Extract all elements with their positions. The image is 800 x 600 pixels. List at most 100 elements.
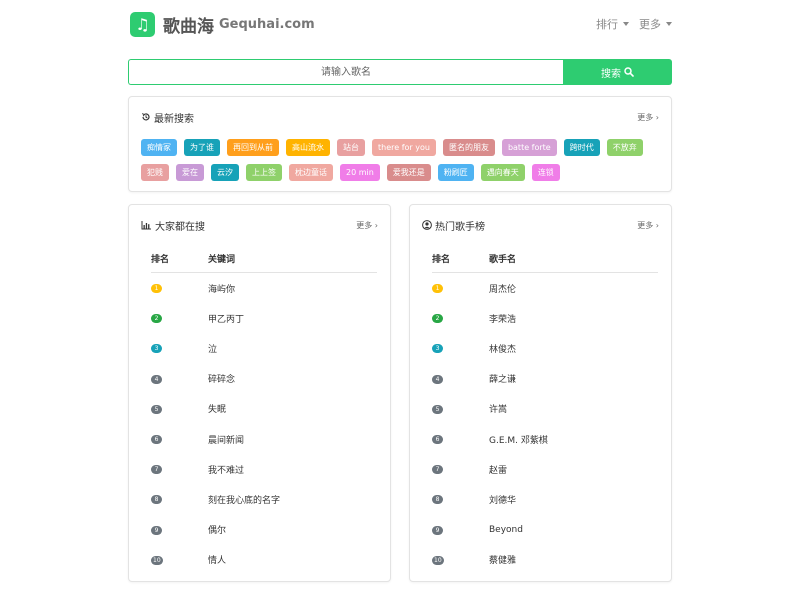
recent-search-tag[interactable]: 爱在	[176, 164, 204, 181]
search-icon	[624, 67, 634, 77]
rank-cell: 9	[151, 525, 208, 535]
recent-search-tag[interactable]: 枕边童话	[289, 164, 333, 181]
keyword-link[interactable]: 海屿你	[208, 282, 235, 295]
recent-search-tag[interactable]: 云汐	[211, 164, 239, 181]
popular-table: 排名 关键词 1 海屿你 2 甲乙丙丁 3 泣 4 碎碎念 5 失眠 6 晨间新闻 7 我不难过 8 刻在我心…	[151, 245, 377, 575]
keyword-link[interactable]: 情人	[208, 553, 226, 566]
rank-badge: 2	[432, 314, 443, 324]
card-header: 热门歌手榜 更多 ›	[422, 217, 659, 233]
table-row[interactable]: 8 刘德华	[432, 484, 658, 514]
table-row[interactable]: 3 林俊杰	[432, 333, 658, 363]
table-row[interactable]: 7 赵雷	[432, 454, 658, 484]
nav-item-label: 排行	[596, 18, 618, 31]
nav-item-ranking[interactable]: 排行	[596, 16, 629, 32]
singer-link[interactable]: 李荣浩	[489, 312, 516, 325]
table-row[interactable]: 1 周杰伦	[432, 273, 658, 303]
keyword-link[interactable]: 泣	[208, 342, 217, 355]
keyword-link[interactable]: 晨间新闻	[208, 433, 244, 446]
keyword-link[interactable]: 失眠	[208, 402, 226, 415]
singer-link[interactable]: Beyond	[489, 525, 523, 535]
recent-search-tag[interactable]: 再回到从前	[227, 139, 279, 156]
table-row[interactable]: 8 刻在我心底的名字	[151, 484, 377, 514]
table-row[interactable]: 2 甲乙丙丁	[151, 303, 377, 333]
keyword-link[interactable]: 碎碎念	[208, 372, 235, 385]
rank-badge: 2	[151, 314, 162, 324]
rank-badge: 5	[432, 404, 443, 414]
brand-name[interactable]: 歌曲海	[163, 12, 214, 37]
recent-search-tag[interactable]: 站台	[337, 139, 365, 156]
singer-link[interactable]: 许嵩	[489, 402, 507, 415]
recent-search-tag[interactable]: 高山流水	[286, 139, 330, 156]
table-row[interactable]: 4 碎碎念	[151, 364, 377, 394]
table-row[interactable]: 2 李荣浩	[432, 303, 658, 333]
recent-search-tag[interactable]: there for you	[372, 139, 436, 156]
rank-badge: 1	[151, 284, 162, 294]
singer-link[interactable]: G.E.M. 邓紫棋	[489, 433, 548, 446]
singer-link[interactable]: 薛之谦	[489, 372, 516, 385]
recent-search-tag[interactable]: 上上签	[246, 164, 282, 181]
table-row[interactable]: 7 我不难过	[151, 454, 377, 484]
user-circle-icon	[422, 220, 432, 230]
rank-badge: 10	[151, 555, 163, 565]
keyword-link[interactable]: 甲乙丙丁	[208, 312, 244, 325]
card-header: 大家都在搜 更多 ›	[141, 217, 378, 233]
table-row[interactable]: 5 许嵩	[432, 394, 658, 424]
table-row[interactable]: 6 G.E.M. 邓紫棋	[432, 424, 658, 454]
recent-more-link[interactable]: 更多 ›	[637, 112, 659, 123]
caret-down-icon	[666, 22, 672, 26]
recent-search-tag[interactable]: 20 min	[340, 164, 380, 181]
table-row[interactable]: 10 情人	[151, 545, 377, 575]
table-row[interactable]: 9 偶尔	[151, 515, 377, 545]
rank-badge: 1	[432, 284, 443, 294]
keyword-link[interactable]: 刻在我心底的名字	[208, 493, 280, 506]
rank-badge: 8	[151, 495, 162, 505]
recent-search-tag[interactable]: 遇向春天	[480, 164, 525, 181]
popular-more-link[interactable]: 更多 ›	[356, 220, 378, 231]
singer-link[interactable]: 刘德华	[489, 493, 516, 506]
rank-badge: 7	[151, 465, 162, 475]
rank-cell: 4	[151, 374, 208, 384]
table-row[interactable]: 3泣	[151, 333, 377, 363]
card-title-text: 热门歌手榜	[435, 221, 485, 233]
recent-search-tag[interactable]: 粉刷匠	[437, 164, 474, 181]
recent-search-tag[interactable]: 跨时代	[563, 139, 600, 156]
header: ♫ 歌曲海 Gequhai.com 排行 更多	[130, 10, 672, 38]
column-header-rank: 排名	[151, 255, 170, 265]
rank-badge: 8	[432, 495, 443, 505]
nav-item-more[interactable]: 更多	[639, 16, 672, 32]
recent-search-tag[interactable]: 痴情冢	[141, 139, 177, 156]
keyword-link[interactable]: 偶尔	[208, 523, 226, 536]
recent-search-tag[interactable]: 匿名的朋友	[442, 139, 495, 156]
history-icon	[141, 113, 150, 121]
rank-cell: 10	[432, 555, 489, 565]
rank-badge: 7	[432, 465, 443, 475]
recent-search-tag[interactable]: 不放弃	[606, 139, 643, 156]
recent-search-tag[interactable]: 爱我还是	[386, 164, 431, 181]
table-row[interactable]: 4 薛之谦	[432, 364, 658, 394]
card-header: 最新搜索 更多 ›	[141, 109, 659, 125]
table-header: 排名 关键词	[151, 245, 377, 273]
search-input[interactable]	[128, 59, 563, 85]
recent-search-tag[interactable]: 连锁	[531, 164, 560, 181]
brand-domain[interactable]: Gequhai.com	[219, 17, 315, 32]
table-row[interactable]: 10 蔡健雅	[432, 545, 658, 575]
table-row[interactable]: 5 失眠	[151, 394, 377, 424]
rank-cell: 10	[151, 555, 208, 565]
table-row[interactable]: 6 晨间新闻	[151, 424, 377, 454]
singers-more-link[interactable]: 更多 ›	[637, 220, 659, 231]
music-note-logo-icon[interactable]: ♫	[130, 11, 155, 37]
singer-link[interactable]: 蔡健雅	[489, 553, 516, 566]
search-button[interactable]: 搜索	[563, 59, 672, 85]
table-row[interactable]: 9 Beyond	[432, 515, 658, 545]
recent-search-tag[interactable]: batte forte	[501, 139, 557, 156]
recent-search-tag[interactable]: 为了谁	[184, 139, 220, 156]
recent-search-tag[interactable]: 犯贱	[141, 164, 169, 181]
column-header-keyword: 关键词	[208, 255, 236, 265]
singer-link[interactable]: 林俊杰	[489, 342, 516, 355]
singer-link[interactable]: 赵雷	[489, 463, 507, 476]
table-row[interactable]: 1 海屿你	[151, 273, 377, 303]
singer-link[interactable]: 周杰伦	[489, 282, 516, 295]
rank-cell: 7	[432, 464, 489, 475]
keyword-link[interactable]: 我不难过	[208, 463, 244, 476]
rank-cell: 3	[432, 343, 489, 354]
